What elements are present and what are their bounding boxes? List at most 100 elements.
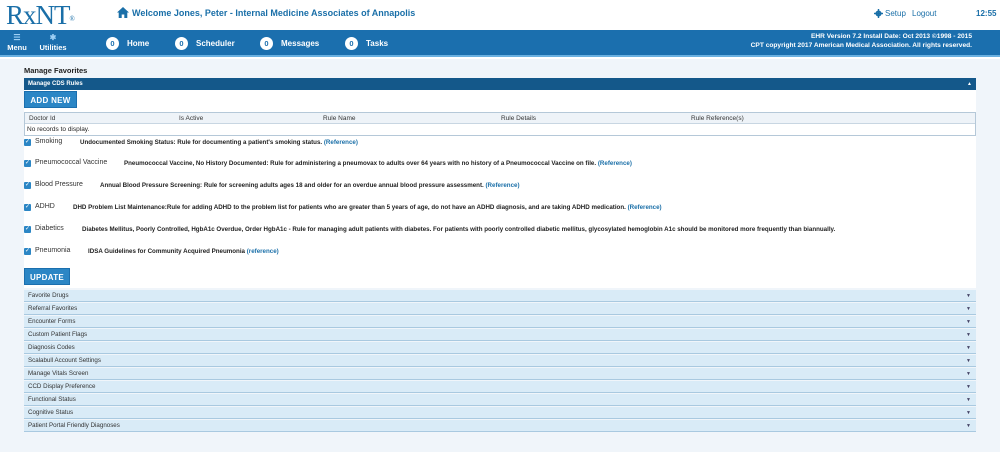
menu-label: Menu (7, 43, 27, 52)
section-title: Favorite Drugs (28, 292, 69, 299)
col-doctor-id[interactable]: Doctor Id (29, 115, 55, 122)
rule-name: Pneumococcal Vaccine (35, 159, 108, 166)
section-encounter-forms[interactable]: Encounter Forms ▼ (24, 316, 976, 328)
expand-icon: ▼ (966, 358, 971, 364)
section-title: Scalabull Account Settings (28, 357, 101, 364)
rule-desc-text: DHD Problem List Maintenance:Rule for ad… (73, 204, 626, 211)
section-title: CCD Display Preference (28, 383, 96, 390)
rule-reference-link[interactable]: (reference) (247, 248, 279, 255)
grid-header: Doctor Id Is Active Rule Name Rule Detai… (25, 113, 975, 124)
rule-name: Blood Pressure (35, 181, 83, 188)
rule-desc-text: Diabetes Mellitus, Poorly Controlled, Hg… (82, 226, 836, 233)
logo-text: RxNT (6, 0, 70, 30)
cds-rules-grid: Doctor Id Is Active Rule Name Rule Detai… (24, 112, 976, 136)
expand-icon: ▼ (966, 332, 971, 338)
rule-description: Undocumented Smoking Status: Rule for do… (80, 139, 358, 146)
collapse-icon: ▲ (967, 81, 972, 87)
expand-icon: ▼ (966, 423, 971, 429)
section-title: Functional Status (28, 396, 76, 403)
rxnt-logo[interactable]: RxNT® (6, 0, 75, 30)
rule-name: ADHD (35, 203, 55, 210)
col-rule-name[interactable]: Rule Name (323, 115, 356, 122)
cds-rules-title: Manage CDS Rules (28, 81, 83, 87)
version-info: EHR Version 7.2 Install Date: Oct 2013 ©… (751, 33, 972, 50)
utilities-label: Utilities (39, 43, 67, 52)
rule-name: Smoking (35, 138, 63, 145)
expand-icon: ▼ (966, 293, 971, 299)
update-button[interactable]: UPDATE (24, 268, 70, 285)
logo-mark: ® (69, 15, 75, 23)
expand-icon: ▼ (966, 384, 971, 390)
top-header: RxNT® Welcome Jones, Peter - Internal Me… (0, 0, 1000, 30)
setup-link[interactable]: Setup (885, 9, 906, 18)
tasks-count-badge: 0 (345, 37, 358, 51)
expand-icon: ▼ (966, 345, 971, 351)
col-is-active[interactable]: Is Active (179, 115, 203, 122)
rule-desc-text: Undocumented Smoking Status: Rule for do… (80, 139, 323, 146)
messages-count-badge: 0 (260, 37, 273, 51)
tab-home[interactable]: 0 Home (106, 37, 149, 51)
section-portal-diagnoses[interactable]: Patient Portal Friendly Diagnoses ▼ (24, 420, 976, 432)
section-diagnosis-codes[interactable]: Diagnosis Codes ▼ (24, 342, 976, 354)
tab-scheduler-label: Scheduler (196, 39, 235, 48)
col-rule-references[interactable]: Rule Reference(s) (691, 115, 744, 122)
section-title: Custom Patient Flags (28, 331, 88, 338)
section-title: Manage Vitals Screen (28, 370, 89, 377)
section-favorite-drugs[interactable]: Favorite Drugs ▼ (24, 290, 976, 302)
tab-home-label: Home (127, 39, 150, 48)
page-title: Manage Favorites (24, 66, 88, 75)
menu-button[interactable]: ☰ Menu (6, 33, 28, 52)
tab-scheduler[interactable]: 0 Scheduler (175, 37, 235, 51)
rule-reference-link[interactable]: (Reference) (598, 160, 632, 167)
expand-icon: ▼ (966, 319, 971, 325)
section-ccd-display[interactable]: CCD Display Preference ▼ (24, 381, 976, 393)
section-cognitive-status[interactable]: Cognitive Status ▼ (24, 407, 976, 419)
section-account-settings[interactable]: Scalabull Account Settings ▼ (24, 355, 976, 367)
menu-icon: ☰ (13, 33, 21, 42)
rule-name: Diabetics (35, 225, 64, 232)
col-rule-details[interactable]: Rule Details (501, 115, 536, 122)
logout-link[interactable]: Logout (912, 9, 936, 18)
utilities-gear-icon: ✱ (49, 33, 57, 42)
rule-checkbox[interactable]: ✓ (24, 182, 31, 189)
expand-icon: ▼ (966, 397, 971, 403)
rule-reference-link[interactable]: (Reference) (628, 204, 662, 211)
grid-empty-message: No records to display. (27, 126, 90, 133)
rule-checkbox[interactable]: ✓ (24, 226, 31, 233)
rule-reference-link[interactable]: (Reference) (324, 139, 358, 146)
add-new-button[interactable]: ADD NEW (24, 91, 77, 108)
expand-icon: ▼ (966, 306, 971, 312)
tab-messages[interactable]: 0 Messages (260, 37, 319, 51)
home-icon[interactable] (117, 7, 129, 18)
scheduler-count-badge: 0 (175, 37, 188, 51)
rule-desc-text: Pneumococcal Vaccine, No History Documen… (124, 160, 597, 167)
rule-checkbox[interactable]: ✓ (24, 248, 31, 255)
rule-checkbox[interactable]: ✓ (24, 139, 31, 146)
rule-desc-text: IDSA Guidelines for Community Acquired P… (88, 248, 245, 255)
section-custom-patient-flags[interactable]: Custom Patient Flags ▼ (24, 329, 976, 341)
tab-tasks[interactable]: 0 Tasks (345, 37, 388, 51)
section-title: Cognitive Status (28, 409, 74, 416)
section-referral-favorites[interactable]: Referral Favorites ▼ (24, 303, 976, 315)
section-functional-status[interactable]: Functional Status ▼ (24, 394, 976, 406)
tab-tasks-label: Tasks (366, 39, 389, 48)
rule-checkbox[interactable]: ✓ (24, 160, 31, 167)
rule-description: Pneumococcal Vaccine, No History Documen… (124, 160, 632, 167)
section-title: Referral Favorites (28, 305, 78, 312)
tab-messages-label: Messages (281, 39, 320, 48)
cds-rules-header[interactable]: Manage CDS Rules ▲ (24, 78, 976, 90)
expand-icon: ▼ (966, 371, 971, 377)
rule-checkbox[interactable]: ✓ (24, 204, 31, 211)
section-manage-vitals[interactable]: Manage Vitals Screen ▼ (24, 368, 976, 380)
rule-reference-link[interactable]: (Reference) (485, 182, 519, 189)
rule-description: Diabetes Mellitus, Poorly Controlled, Hg… (82, 226, 835, 233)
rule-description: DHD Problem List Maintenance:Rule for ad… (73, 204, 662, 211)
utilities-button[interactable]: ✱ Utilities (35, 33, 71, 52)
version-line: EHR Version 7.2 Install Date: Oct 2013 ©… (811, 33, 972, 40)
home-count-badge: 0 (106, 37, 119, 51)
welcome-message: Welcome Jones, Peter - Internal Medicine… (132, 8, 416, 18)
rule-name: Pneumonia (35, 247, 71, 254)
section-title: Diagnosis Codes (28, 344, 75, 351)
gear-icon[interactable] (874, 9, 883, 18)
clock: 12:55 (976, 9, 997, 18)
